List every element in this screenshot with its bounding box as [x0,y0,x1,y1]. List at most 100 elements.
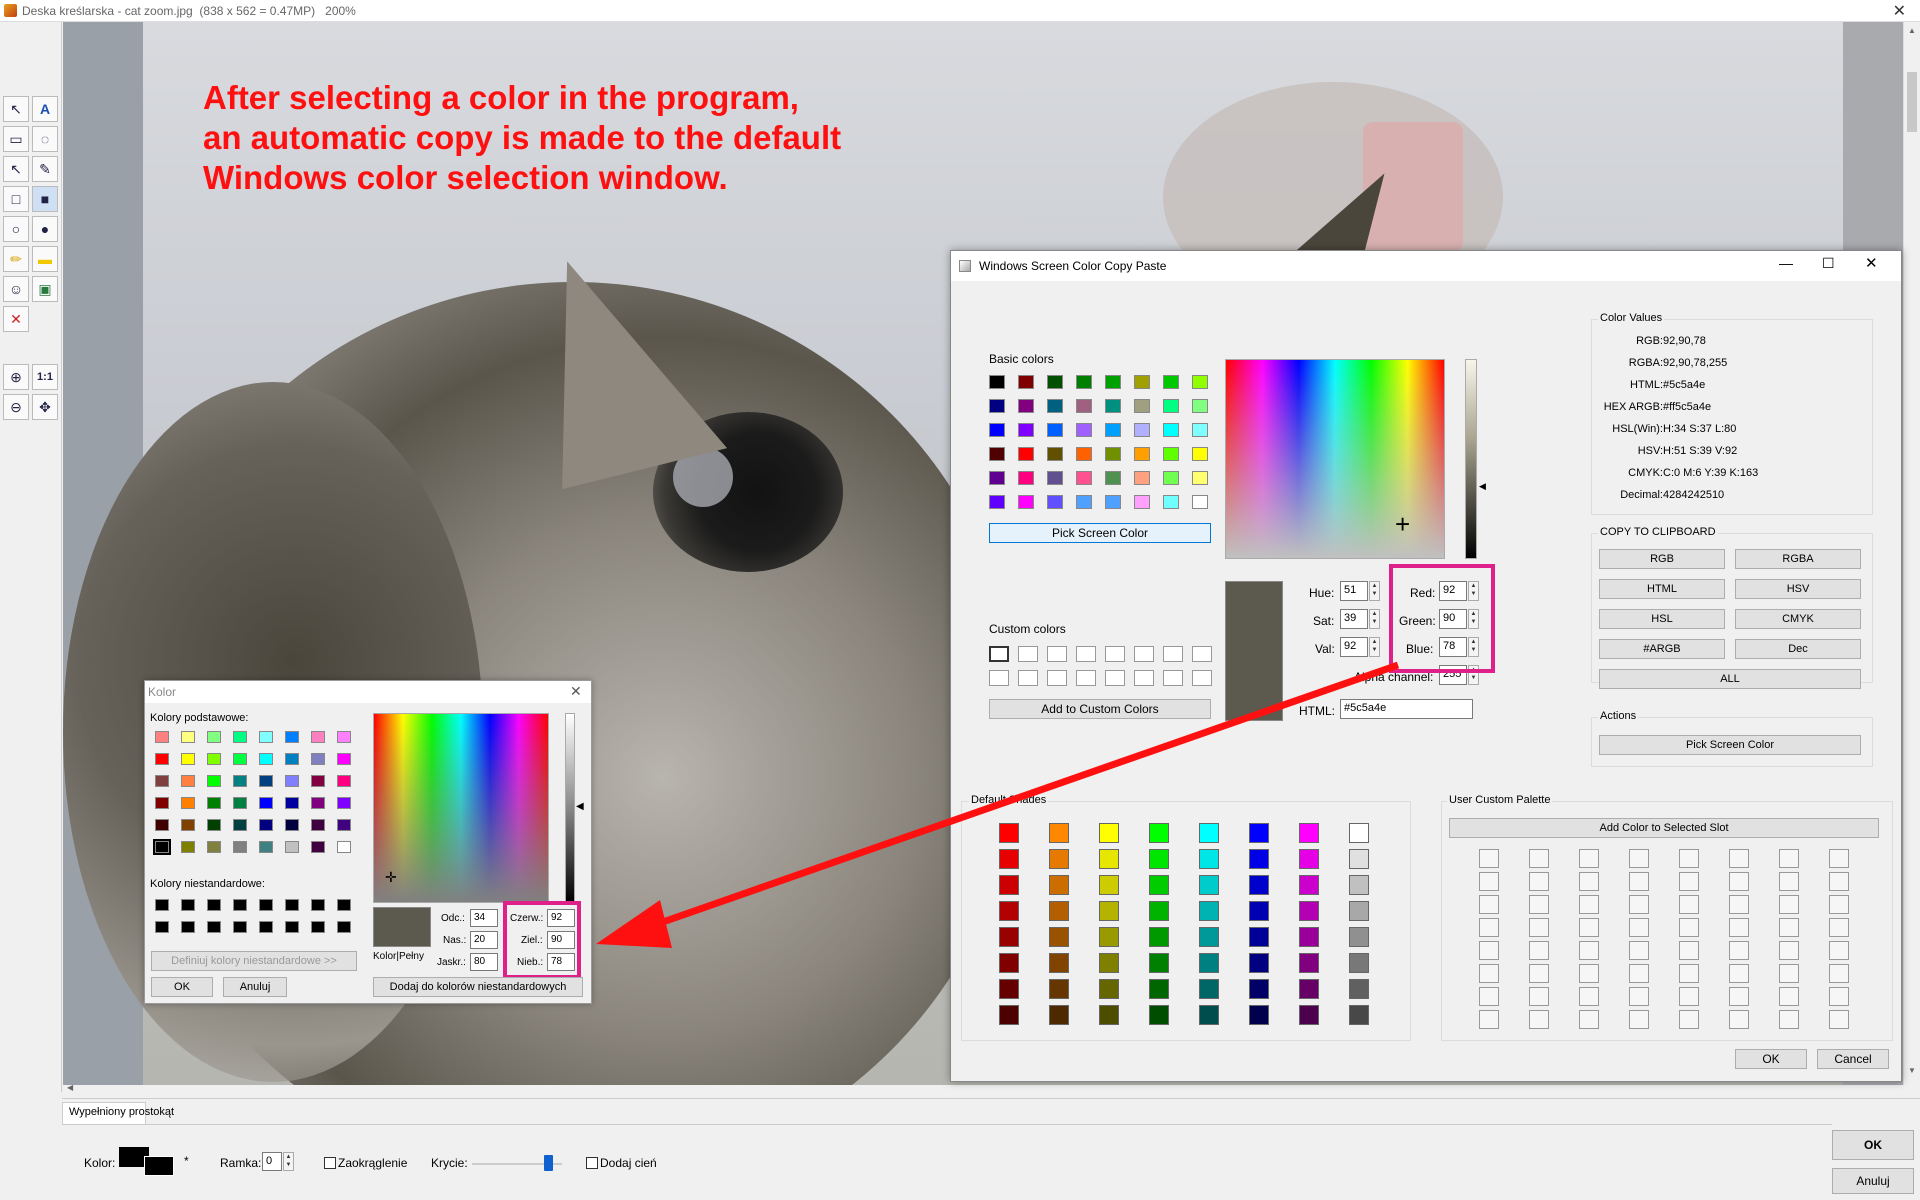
basic-color-swatch[interactable] [1018,399,1034,413]
copy-cmyk-button[interactable]: CMYK [1735,609,1861,629]
kolor-basic-swatch[interactable] [181,841,195,853]
kolor-basic-swatch[interactable] [207,775,221,787]
kolor-custom-swatch[interactable] [233,921,247,933]
basic-color-swatch[interactable] [1076,471,1092,485]
custom-color-slot[interactable] [1163,670,1183,686]
nas-input[interactable]: 20 [470,931,498,949]
select-arrow-icon[interactable]: ↖ [3,96,29,122]
basic-color-swatch[interactable] [1076,399,1092,413]
default-shade-swatch[interactable] [1049,849,1069,869]
user-palette-slot[interactable] [1529,1010,1549,1029]
default-shade-swatch[interactable] [1249,901,1269,921]
basic-color-swatch[interactable] [1134,447,1150,461]
user-palette-slot[interactable] [1829,918,1849,937]
default-shade-swatch[interactable] [1199,927,1219,947]
close-icon[interactable]: ✕ [1893,1,1906,21]
basic-color-swatch[interactable] [1163,471,1179,485]
kolor-custom-swatch[interactable] [285,899,299,911]
kolor-custom-swatch[interactable] [285,921,299,933]
user-palette-slot[interactable] [1579,987,1599,1006]
kolor-basic-swatch[interactable] [207,753,221,765]
user-palette-slot[interactable] [1479,849,1499,868]
basic-color-swatch[interactable] [1076,495,1092,509]
default-shade-swatch[interactable] [1299,849,1319,869]
basic-color-swatch[interactable] [989,375,1005,389]
default-shade-swatch[interactable] [1249,979,1269,999]
scroll-up-icon[interactable]: ▲ [1908,26,1916,35]
kolor-basic-swatch[interactable] [181,819,195,831]
copy-hsl-button[interactable]: HSL [1599,609,1725,629]
basic-color-swatch[interactable] [1047,375,1063,389]
kolor-basic-swatch[interactable] [337,819,351,831]
custom-color-slot[interactable] [1076,670,1096,686]
custom-color-slot[interactable] [1018,670,1038,686]
user-palette-slot[interactable] [1529,941,1549,960]
custom-color-slot[interactable] [1134,670,1154,686]
default-shade-swatch[interactable] [1199,953,1219,973]
default-shade-swatch[interactable] [1149,901,1169,921]
default-shade-swatch[interactable] [1049,875,1069,895]
kolor-basic-swatch[interactable] [155,731,169,743]
default-shade-swatch[interactable] [1099,849,1119,869]
kolor-basic-swatch[interactable] [233,797,247,809]
user-palette-slot[interactable] [1779,1010,1799,1029]
default-shade-swatch[interactable] [1349,953,1369,973]
user-palette-slot[interactable] [1529,987,1549,1006]
kolor-anuluj-button[interactable]: Anuluj [223,977,287,997]
lasso-icon[interactable]: ◌ [32,126,58,152]
kolor-basic-swatch[interactable] [259,797,273,809]
basic-color-swatch[interactable] [1134,423,1150,437]
kolor-basic-swatch[interactable] [311,841,325,853]
user-palette-slot[interactable] [1529,849,1549,868]
kolor-basic-swatch[interactable] [337,731,351,743]
kolor-basic-swatch[interactable] [259,753,273,765]
jaskr-input[interactable]: 80 [470,953,498,971]
emoji-icon[interactable]: ☺ [3,276,29,302]
basic-color-swatch[interactable] [1105,399,1121,413]
kolor-custom-swatch[interactable] [311,921,325,933]
basic-color-swatch[interactable] [1134,399,1150,413]
basic-color-swatch[interactable] [1134,471,1150,485]
custom-color-slot[interactable] [1134,646,1154,662]
kolor-basic-swatch[interactable] [311,731,325,743]
basic-color-swatch[interactable] [1192,375,1208,389]
basic-color-swatch[interactable] [1105,447,1121,461]
copy-html-button[interactable]: HTML [1599,579,1725,599]
kolor-basic-swatch[interactable] [155,819,169,831]
user-palette-slot[interactable] [1479,987,1499,1006]
user-palette-slot[interactable] [1679,964,1699,983]
scroll-down-icon[interactable]: ▼ [1908,1066,1916,1075]
user-palette-slot[interactable] [1579,872,1599,891]
default-shade-swatch[interactable] [1249,823,1269,843]
custom-color-slot[interactable] [989,670,1009,686]
filled-rectangle-icon[interactable]: ■ [32,186,58,212]
basic-color-swatch[interactable] [1163,495,1179,509]
krycie-slider-thumb[interactable] [544,1155,553,1171]
default-shade-swatch[interactable] [999,927,1019,947]
horizontal-scrollbar[interactable]: ◀ [63,1083,1903,1094]
define-custom-button[interactable]: Definiuj kolory niestandardowe >> [151,951,357,971]
kolor-close-icon[interactable]: ✕ [570,683,582,700]
hue-input[interactable]: 51 [1340,581,1368,601]
kolor-custom-swatch[interactable] [337,921,351,933]
val-input[interactable]: 92 [1340,637,1368,657]
kolor-basic-swatch[interactable] [259,731,273,743]
kolor-custom-swatch[interactable] [259,899,273,911]
basic-color-swatch[interactable] [1047,471,1063,485]
user-palette-slot[interactable] [1629,895,1649,914]
basic-color-swatch[interactable] [1047,423,1063,437]
kolor-custom-swatch[interactable] [181,899,195,911]
kolor-basic-swatch[interactable] [285,731,299,743]
kolor-custom-swatch[interactable] [181,921,195,933]
basic-color-swatch[interactable] [1163,423,1179,437]
user-palette-slot[interactable] [1629,1010,1649,1029]
default-shade-swatch[interactable] [1249,927,1269,947]
text-tool-icon[interactable]: A [32,96,58,122]
filled-ellipse-icon[interactable]: ● [32,216,58,242]
default-shade-swatch[interactable] [1149,875,1169,895]
default-shade-swatch[interactable] [1199,1005,1219,1025]
kolor-luminance-slider[interactable] [565,713,575,903]
user-palette-slot[interactable] [1479,964,1499,983]
zaokraglenie-checkbox[interactable] [324,1157,336,1169]
user-palette-slot[interactable] [1579,964,1599,983]
